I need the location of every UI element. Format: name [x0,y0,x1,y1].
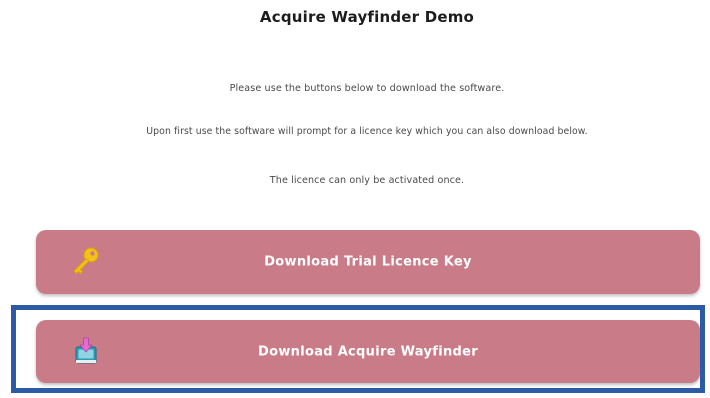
download-acquire-wayfinder-button[interactable]: Download Acquire Wayfinder [36,320,700,383]
page-title: Acquire Wayfinder Demo [259,8,475,26]
instruction-download: Please use the buttons below to download… [229,83,505,94]
instruction-licence-prompt: Upon first use the software will prompt … [146,126,588,137]
instruction-activation: The licence can only be activated once. [269,175,465,186]
download-trial-licence-key-button[interactable]: Download Trial Licence Key [36,230,700,294]
download-acquire-wayfinder-label: Download Acquire Wayfinder [258,344,478,359]
download-trial-licence-key-label: Download Trial Licence Key [264,254,472,270]
